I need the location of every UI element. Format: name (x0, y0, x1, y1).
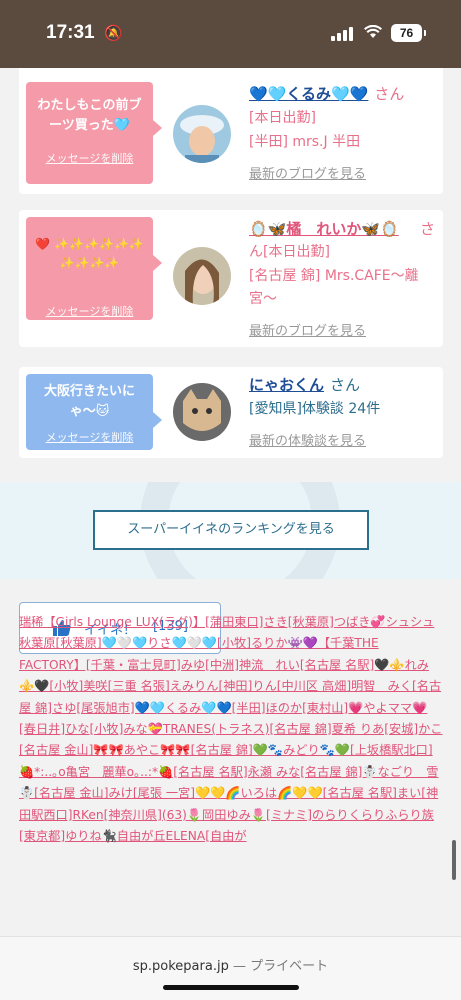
browser-url-bar[interactable]: sp.pokepara.jp — プライベート (0, 936, 461, 1000)
work-status: ん[本日出勤] (249, 244, 330, 260)
user-name-link[interactable]: にゃおくん (249, 376, 324, 394)
latest-blog-link[interactable]: 最新のブログを見る (249, 163, 366, 182)
message-card: ❤️ ✨✨✨✨✨✨ ✨✨✨✨ メッセージを削除 🪞🦋橘 れいか🦋🪞 さ ん[本日出… (19, 210, 443, 347)
battery-icon: 76 (391, 24, 426, 42)
message-card: わたしもこの前ブーツ買った🩵 メッセージを削除 💙🩵くるみ🩵💙 さん [本日出勤]… (19, 68, 443, 194)
avatar[interactable] (173, 383, 231, 441)
iine-user-list: 瑞稀【Girls Lounge LUX(ラグ)】[蒲田東口]さき[秋葉原]つばき… (19, 612, 443, 936)
status-bar: 17:31 🔕 76 (0, 0, 461, 68)
content: わたしもこの前ブーツ買った🩵 メッセージを削除 💙🩵くるみ🩵💙 さん [本日出勤]… (0, 68, 461, 936)
delete-message-link[interactable]: メッセージを削除 (26, 303, 153, 319)
user-name-link[interactable]: 💙🩵くるみ🩵💙 (249, 85, 368, 103)
avatar[interactable] (173, 105, 231, 163)
name-line: 🪞🦋橘 れいか🦋🪞 さ (249, 218, 435, 241)
avatar[interactable] (173, 247, 231, 305)
san-suffix: さ (419, 220, 435, 238)
latest-review-link[interactable]: 最新の体験談を見る (249, 430, 366, 449)
name-line: 💙🩵くるみ🩵💙 さん (249, 83, 435, 106)
delete-message-link[interactable]: メッセージを削除 (26, 150, 153, 166)
message-bubble: ❤️ ✨✨✨✨✨✨ ✨✨✨✨ メッセージを削除 (26, 217, 162, 320)
status-time: 17:31 (46, 22, 95, 43)
super-iine-ranking-button[interactable]: スーパーイイネのランキングを見る (93, 510, 369, 550)
cellular-signal-icon (331, 27, 355, 41)
latest-blog-link[interactable]: 最新のブログを見る (249, 320, 366, 339)
san-suffix: さん (330, 376, 361, 394)
private-mode-label: — プライベート (232, 959, 329, 974)
url-domain: sp.pokepara.jp (132, 959, 229, 974)
iine-user-names[interactable]: 瑞稀【Girls Lounge LUX(ラグ)】[蒲田東口]さき[秋葉原]つばき… (19, 615, 442, 843)
review-count: [愛知県]体験談 24件 (249, 401, 381, 417)
work-status: [本日出勤] (249, 110, 316, 126)
delete-message-link[interactable]: メッセージを削除 (26, 429, 153, 445)
shop-info: [半田] mrs.J 半田 (249, 134, 361, 150)
home-indicator[interactable] (163, 985, 299, 990)
shop-info-cont: 宮〜 (249, 291, 277, 307)
bubble-message: ❤️ ✨✨✨✨✨✨ ✨✨✨✨ (35, 237, 144, 270)
message-bubble: わたしもこの前ブーツ買った🩵 メッセージを削除 (26, 82, 162, 184)
shop-info: [名古屋 錦] Mrs.CAFE〜離 (249, 268, 419, 284)
bubble-message: わたしもこの前ブーツ買った🩵 (37, 98, 142, 133)
user-name-link[interactable]: 🪞🦋橘 れいか🦋🪞 (249, 220, 399, 238)
name-line: にゃおくん さん (249, 374, 435, 397)
message-bubble: 大阪行きたいにゃ〜🐱 メッセージを削除 (26, 374, 162, 450)
scrollbar[interactable] (452, 840, 456, 880)
wifi-icon (364, 24, 382, 43)
url-text: sp.pokepara.jp — プライベート (0, 955, 461, 974)
message-card: 大阪行きたいにゃ〜🐱 メッセージを削除 にゃおくん さん [愛知県]体験談 24件… (19, 367, 443, 458)
silent-bell-icon: 🔕 (104, 24, 123, 42)
san-suffix: さん (374, 85, 405, 103)
bubble-message: 大阪行きたいにゃ〜🐱 (43, 384, 135, 419)
